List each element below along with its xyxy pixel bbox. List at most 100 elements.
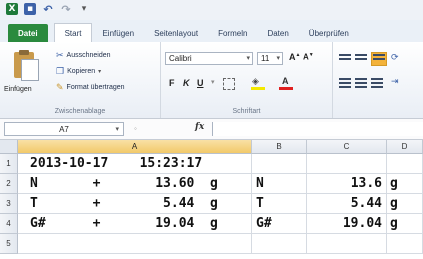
orientation-icon[interactable]: ⟳ <box>391 52 399 63</box>
cell-c3[interactable]: 5.44 <box>307 194 387 214</box>
tab-page-layout[interactable]: Seitenlayout <box>144 24 208 42</box>
font-color-icon: A <box>282 76 289 86</box>
tab-home[interactable]: Start <box>53 23 93 42</box>
font-group-label: Schriftart <box>232 108 261 115</box>
cell-a1[interactable]: 2013-10-17 15:23:17 <box>18 154 252 174</box>
row-header[interactable]: 3 <box>0 194 18 214</box>
paste-label: Einfügen <box>4 86 32 93</box>
cell-d3[interactable]: g <box>387 194 423 214</box>
row-header[interactable]: 2 <box>0 174 18 194</box>
cell-b2[interactable]: N <box>252 174 307 194</box>
row-header[interactable]: 4 <box>0 214 18 234</box>
cell-b4[interactable]: G# <box>252 214 307 234</box>
select-all-corner[interactable] <box>0 140 18 154</box>
format-painter-button[interactable]: ✎ Format übertragen <box>56 82 125 93</box>
font-color-swatch <box>279 87 293 90</box>
redo-icon[interactable]: ↷ <box>60 3 72 16</box>
fill-color-button[interactable]: ◈ <box>251 76 265 90</box>
chevron-down-icon: ▾ <box>276 55 280 62</box>
formula-input[interactable] <box>212 122 423 136</box>
bold-button[interactable]: F <box>169 78 175 88</box>
cell-b3[interactable]: T <box>252 194 307 214</box>
row-header[interactable]: 5 <box>0 234 18 254</box>
column-header-c[interactable]: C <box>307 140 387 154</box>
indent-icon[interactable]: ⇥ <box>391 76 399 87</box>
spreadsheet-grid: A B C D 1 2013-10-17 15:23:17 2 N + 13.6… <box>0 140 423 259</box>
cell-c2[interactable]: 13.6 <box>307 174 387 194</box>
fill-color-swatch <box>251 87 265 90</box>
align-bottom-icon[interactable] <box>371 52 387 66</box>
formula-bar: A7 ▾ ◦ fx <box>0 119 423 140</box>
copy-label: Kopieren <box>67 68 96 75</box>
formula-bar-separator-icon: ◦ <box>134 124 137 133</box>
cell-a5[interactable] <box>18 234 252 254</box>
font-color-button[interactable]: A <box>279 76 293 90</box>
row-header[interactable]: 1 <box>0 154 18 174</box>
paintbrush-icon: ✎ <box>56 82 64 92</box>
insert-function-icon[interactable]: fx <box>195 122 204 132</box>
paint-bucket-icon: ◈ <box>252 76 259 86</box>
tab-formulas[interactable]: Formeln <box>208 24 257 42</box>
italic-button[interactable]: K <box>183 78 190 88</box>
column-header-d[interactable]: D <box>387 140 423 154</box>
clipboard-group: Einfügen ✂ Ausschneiden ❐ Kopieren ▾ ✎ F… <box>0 42 161 118</box>
paste-sheet-icon <box>21 59 39 81</box>
underline-dropdown-icon[interactable]: ▾ <box>211 78 215 86</box>
excel-window: X ▪ ↶ ↷ ▾ Datei Start Einfügen Seitenlay… <box>0 0 423 259</box>
cell-b5[interactable] <box>252 234 307 254</box>
cell-a4[interactable]: G# + 19.04 g <box>18 214 252 234</box>
cell-d2[interactable]: g <box>387 174 423 194</box>
increase-font-icon[interactable]: A▲ <box>289 52 300 62</box>
cut-button[interactable]: ✂ Ausschneiden <box>56 50 111 61</box>
align-left-icon[interactable] <box>339 78 351 88</box>
scissors-icon: ✂ <box>56 50 64 60</box>
column-header-a[interactable]: A <box>18 140 252 154</box>
cut-label: Ausschneiden <box>66 52 111 59</box>
cell-d4[interactable]: g <box>387 214 423 234</box>
cell-a2[interactable]: N + 13.60 g <box>18 174 252 194</box>
decrease-font-icon[interactable]: A▼ <box>303 52 314 62</box>
ribbon: Einfügen ✂ Ausschneiden ❐ Kopieren ▾ ✎ F… <box>0 42 423 119</box>
name-box-value: A7 <box>59 125 69 134</box>
title-bar: X ▪ ↶ ↷ ▾ <box>0 0 423 21</box>
tab-insert[interactable]: Einfügen <box>92 24 144 42</box>
column-header-b[interactable]: B <box>252 140 307 154</box>
clipboard-clip-icon <box>19 50 29 55</box>
paste-button[interactable]: Einfügen <box>4 50 40 96</box>
font-group: Calibri ▾ 11 ▾ A▲ A▼ F K U ▾ ◈ A Schrift… <box>161 42 333 118</box>
cell-c5[interactable] <box>307 234 387 254</box>
format-painter-label: Format übertragen <box>66 84 125 91</box>
quick-access-toolbar: X ▪ ↶ ↷ ▾ <box>6 3 90 16</box>
cell-b1[interactable] <box>252 154 307 174</box>
cell-c4[interactable]: 19.04 <box>307 214 387 234</box>
customize-qat-icon[interactable]: ▾ <box>78 3 90 15</box>
align-right-icon[interactable] <box>371 78 383 88</box>
cell-a3[interactable]: T + 5.44 g <box>18 194 252 214</box>
clipboard-group-label: Zwischenablage <box>54 108 106 115</box>
cell-c1[interactable] <box>307 154 387 174</box>
font-name-value: Calibri <box>169 54 192 63</box>
copy-icon: ❐ <box>56 66 65 76</box>
name-box[interactable]: A7 ▾ <box>4 122 124 136</box>
copy-button[interactable]: ❐ Kopieren ▾ <box>56 66 101 77</box>
alignment-group: ⟳ ⇥ <box>333 42 423 118</box>
font-size-value: 11 <box>261 54 270 63</box>
font-size-select[interactable]: 11 ▾ <box>257 52 283 65</box>
align-center-icon[interactable] <box>355 78 367 88</box>
font-name-select[interactable]: Calibri ▾ <box>165 52 253 65</box>
excel-logo-icon[interactable]: X <box>6 3 18 15</box>
align-middle-icon[interactable] <box>355 54 367 64</box>
underline-button[interactable]: U <box>197 78 204 88</box>
save-icon[interactable]: ▪ <box>24 3 36 15</box>
cell-d1[interactable] <box>387 154 423 174</box>
chevron-down-icon: ▾ <box>246 55 250 62</box>
undo-icon[interactable]: ↶ <box>42 3 54 16</box>
borders-icon[interactable] <box>223 78 235 90</box>
tab-file[interactable]: Datei <box>8 24 48 42</box>
tab-data[interactable]: Daten <box>257 24 298 42</box>
align-top-icon[interactable] <box>339 54 351 64</box>
chevron-down-icon: ▾ <box>115 126 119 133</box>
copy-dropdown-icon[interactable]: ▾ <box>98 68 101 75</box>
cell-d5[interactable] <box>387 234 423 254</box>
tab-review[interactable]: Überprüfen <box>299 24 359 42</box>
